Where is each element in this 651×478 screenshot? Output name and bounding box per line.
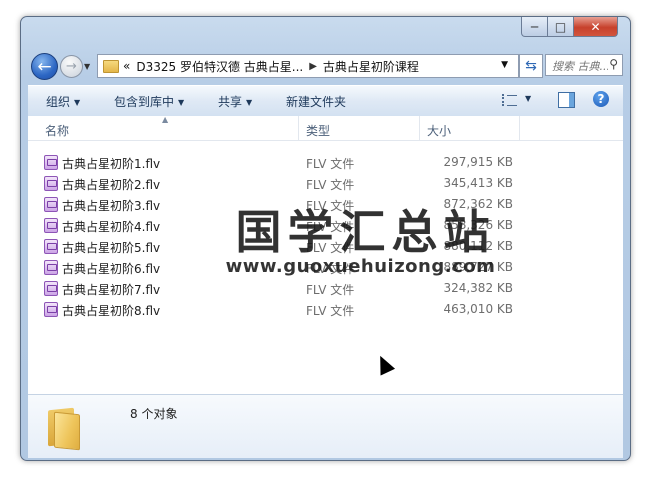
breadcrumb-item-parent[interactable]: D3325 罗伯特汉德 古典占星... [136, 58, 303, 75]
flv-file-icon [44, 218, 58, 233]
explorer-window: ─ □ ✕ ← → ▼ « D3325 罗伯特汉德 古典占星... ▶ 古典占星… [20, 16, 631, 461]
column-header-type[interactable]: 类型 [306, 122, 330, 139]
share-label: 共享 [218, 95, 243, 109]
file-name: 古典占星初阶7.flv [62, 283, 161, 297]
sort-arrow-icon: ▲ [162, 115, 169, 124]
file-type: FLV 文件 [306, 304, 355, 318]
file-row[interactable]: 古典占星初阶8.flv FLV 文件 463,010 KB [28, 299, 623, 320]
file-list: ▲ 名称 类型 大小 古典占星初阶1.flv FLV 文件 297,915 KB… [28, 115, 623, 394]
chevron-down-icon: ▼ [178, 98, 185, 107]
search-icon[interactable]: ⚲ [609, 57, 618, 71]
preview-pane-icon[interactable] [558, 92, 575, 108]
back-button[interactable]: ← [31, 53, 58, 80]
file-size: 463,010 KB [443, 302, 513, 316]
breadcrumb-overflow[interactable]: « [123, 59, 130, 73]
flv-file-icon [44, 176, 58, 191]
file-size: 880,112 KB [443, 239, 513, 253]
file-size: 872,362 KB [443, 197, 513, 211]
file-size: 324,382 KB [443, 281, 513, 295]
search-box[interactable]: ⚲ [545, 54, 623, 76]
item-count: 8 个对象 [130, 407, 178, 421]
column-header-row: ▲ 名称 类型 大小 [28, 115, 623, 141]
view-options-dropdown[interactable]: ▼ [525, 94, 531, 103]
flv-file-icon [44, 302, 58, 317]
change-view-icon[interactable] [502, 94, 518, 106]
column-header-name[interactable]: 名称 [45, 122, 69, 139]
file-name: 古典占星初阶5.flv [62, 241, 161, 255]
organize-label: 组织 [46, 95, 71, 109]
file-size: 858,326 KB [443, 218, 513, 232]
minimize-button[interactable]: ─ [521, 17, 548, 37]
column-divider[interactable] [419, 116, 420, 140]
file-type: FLV 文件 [306, 157, 355, 171]
chevron-down-icon: ▼ [246, 98, 253, 107]
file-name: 古典占星初阶3.flv [62, 199, 161, 213]
flv-file-icon [44, 281, 58, 296]
file-type: FLV 文件 [306, 241, 355, 255]
flv-file-icon [44, 155, 58, 170]
flv-file-icon [44, 239, 58, 254]
refresh-button[interactable]: ⇆ [519, 54, 543, 78]
help-icon[interactable]: ? [593, 91, 609, 107]
forward-button[interactable]: → [60, 55, 83, 78]
command-bar: 组织 ▼ 包含到库中 ▼ 共享 ▼ 新建文件夹 ▼ ? [28, 85, 623, 117]
file-name: 古典占星初阶2.flv [62, 178, 161, 192]
column-divider[interactable] [298, 116, 299, 140]
search-input[interactable] [550, 56, 610, 76]
file-row[interactable]: 古典占星初阶2.flv FLV 文件 345,413 KB [28, 173, 623, 194]
folder-icon [103, 59, 119, 73]
column-header-size[interactable]: 大小 [427, 122, 451, 139]
folder-icon [46, 407, 80, 451]
file-type: FLV 文件 [306, 199, 355, 213]
flv-file-icon [44, 260, 58, 275]
address-dropdown-icon[interactable]: ▼ [501, 60, 508, 70]
file-name: 古典占星初阶1.flv [62, 157, 161, 171]
column-divider[interactable] [519, 116, 520, 140]
share-button[interactable]: 共享 ▼ [218, 93, 252, 110]
file-type: FLV 文件 [306, 178, 355, 192]
file-type: FLV 文件 [306, 220, 355, 234]
address-bar[interactable]: « D3325 罗伯特汉德 古典占星... ▶ 古典占星初阶课程 ▼ [97, 54, 519, 78]
file-size: 297,915 KB [443, 155, 513, 169]
include-in-library-button[interactable]: 包含到库中 ▼ [114, 93, 184, 110]
file-row[interactable]: 古典占星初阶5.flv FLV 文件 880,112 KB [28, 236, 623, 257]
file-name: 古典占星初阶6.flv [62, 262, 161, 276]
new-folder-button[interactable]: 新建文件夹 [286, 93, 346, 110]
file-row[interactable]: 古典占星初阶6.flv FLV 文件 889,727 KB [28, 257, 623, 278]
file-type: FLV 文件 [306, 283, 355, 297]
recent-pages-dropdown[interactable]: ▼ [84, 62, 90, 71]
details-pane: 8 个对象 [28, 394, 623, 458]
breadcrumb-chevron-icon[interactable]: ▶ [309, 61, 317, 72]
file-size: 889,727 KB [443, 260, 513, 274]
close-button[interactable]: ✕ [573, 17, 618, 37]
file-row[interactable]: 古典占星初阶1.flv FLV 文件 297,915 KB [28, 152, 623, 173]
file-name: 古典占星初阶4.flv [62, 220, 161, 234]
file-type: FLV 文件 [306, 262, 355, 276]
organize-button[interactable]: 组织 ▼ [46, 93, 80, 110]
file-row[interactable]: 古典占星初阶7.flv FLV 文件 324,382 KB [28, 278, 623, 299]
file-size: 345,413 KB [443, 176, 513, 190]
breadcrumb-item-current[interactable]: 古典占星初阶课程 [323, 58, 419, 75]
navigation-bar: ← → ▼ « D3325 罗伯特汉德 古典占星... ▶ 古典占星初阶课程 ▼… [27, 49, 624, 81]
flv-file-icon [44, 197, 58, 212]
file-row[interactable]: 古典占星初阶4.flv FLV 文件 858,326 KB [28, 215, 623, 236]
include-in-library-label: 包含到库中 [114, 95, 175, 109]
file-name: 古典占星初阶8.flv [62, 304, 161, 318]
maximize-button[interactable]: □ [547, 17, 574, 37]
chevron-down-icon: ▼ [74, 98, 81, 107]
file-row[interactable]: 古典占星初阶3.flv FLV 文件 872,362 KB [28, 194, 623, 215]
